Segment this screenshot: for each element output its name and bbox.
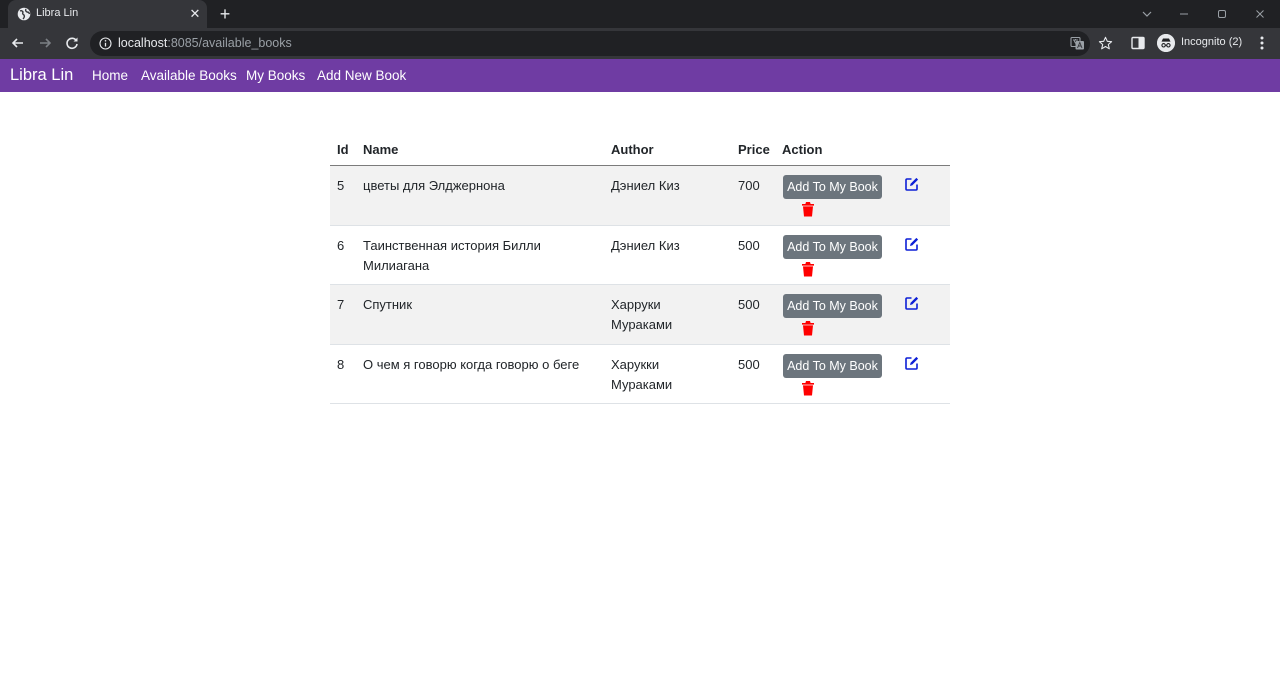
header-price: Price <box>738 142 770 157</box>
cell-id: 5 <box>337 178 345 193</box>
star-icon[interactable] <box>1098 36 1113 51</box>
cell-price: 700 <box>738 178 760 193</box>
globe-icon <box>17 7 31 21</box>
nav-home[interactable]: Home <box>92 68 128 83</box>
edit-icon[interactable] <box>905 356 919 370</box>
incognito-icon <box>1157 34 1175 52</box>
browser-tab-bar: Libra Lin ✕ + <box>0 0 1280 28</box>
cell-name: цветы для Элджернона <box>363 178 505 193</box>
header-name: Name <box>363 142 399 157</box>
nav-available-books[interactable]: Available Books <box>141 68 237 83</box>
url-text: localhost:8085/available_books <box>118 36 292 50</box>
app-navbar: Libra Lin Home Available Books My Books … <box>0 59 1280 92</box>
header-author: Author <box>611 142 654 157</box>
incognito-profile-button[interactable]: Incognito (2) <box>1154 32 1246 54</box>
reload-icon[interactable] <box>64 35 80 51</box>
trash-icon[interactable] <box>801 380 815 396</box>
add-to-my-book-button[interactable]: Add To My Book <box>783 234 882 259</box>
side-panel-icon[interactable] <box>1131 36 1145 50</box>
forward-icon[interactable] <box>37 35 53 51</box>
edit-icon[interactable] <box>905 177 919 191</box>
browser-tab[interactable]: Libra Lin ✕ <box>8 0 207 28</box>
close-icon[interactable]: ✕ <box>187 6 203 22</box>
cell-price: 500 <box>738 297 760 312</box>
add-to-my-book-button[interactable]: Add To My Book <box>783 175 882 199</box>
add-to-my-book-button[interactable]: Add To My Book <box>783 353 882 378</box>
restore-icon[interactable] <box>1214 6 1230 22</box>
trash-icon[interactable] <box>801 201 815 217</box>
cell-name: О чем я говорю когда говорю о беге <box>363 356 580 372</box>
cell-price: 500 <box>738 237 760 253</box>
kebab-menu-icon[interactable] <box>1255 35 1269 51</box>
nav-add-new-book[interactable]: Add New Book <box>317 68 406 83</box>
cell-author: Дэниел Киз <box>611 237 680 253</box>
cell-author: Дэниел Киз <box>611 178 680 193</box>
books-table: Id Name Author Price Action 5 цветы для … <box>330 136 950 404</box>
minimize-icon[interactable] <box>1176 6 1192 22</box>
profile-label: Incognito (2) <box>1181 36 1243 48</box>
table-row: 8 О чем я говорю когда говорю о беге Хар… <box>330 345 950 404</box>
trash-icon[interactable] <box>801 261 815 277</box>
cell-price: 500 <box>738 356 760 372</box>
table-row: 6 Таинственная история Билли Милиагана Д… <box>330 226 950 285</box>
table-header: Id Name Author Price Action <box>330 136 950 166</box>
cell-author: Харукки Мураками <box>611 356 673 392</box>
brand-logo[interactable]: Libra Lin <box>10 66 73 85</box>
header-id: Id <box>337 142 349 157</box>
back-icon[interactable] <box>10 35 26 51</box>
edit-icon[interactable] <box>905 237 919 251</box>
add-to-my-book-button[interactable]: Add To My Book <box>783 294 882 318</box>
browser-toolbar: localhost:8085/available_books Incognito… <box>0 28 1280 59</box>
table-row: 5 цветы для Элджернона Дэниел Киз 700 Ad… <box>330 166 950 226</box>
address-bar[interactable]: localhost:8085/available_books <box>90 31 1113 56</box>
cell-id: 6 <box>337 237 345 253</box>
tab-title: Libra Lin <box>36 7 79 19</box>
table-row: 7 Спутник Харруки Мураками 500 Add To My… <box>330 285 950 345</box>
header-action: Action <box>782 142 823 157</box>
cell-name: Спутник <box>363 297 413 312</box>
cell-id: 7 <box>337 297 345 312</box>
nav-my-books[interactable]: My Books <box>246 68 305 83</box>
chevron-down-icon[interactable] <box>1139 6 1155 22</box>
info-icon[interactable] <box>99 37 112 50</box>
cell-author: Харруки Мураками <box>611 297 673 332</box>
cell-id: 8 <box>337 356 345 372</box>
trash-icon[interactable] <box>801 320 815 336</box>
edit-icon[interactable] <box>905 296 919 310</box>
window-close-icon[interactable] <box>1252 6 1268 22</box>
url-path: :8085/available_books <box>167 36 292 50</box>
translate-icon[interactable] <box>1070 36 1085 51</box>
plus-icon[interactable]: + <box>215 4 235 24</box>
url-host: localhost <box>118 36 168 50</box>
cell-name: Таинственная история Билли Милиагана <box>363 237 541 273</box>
